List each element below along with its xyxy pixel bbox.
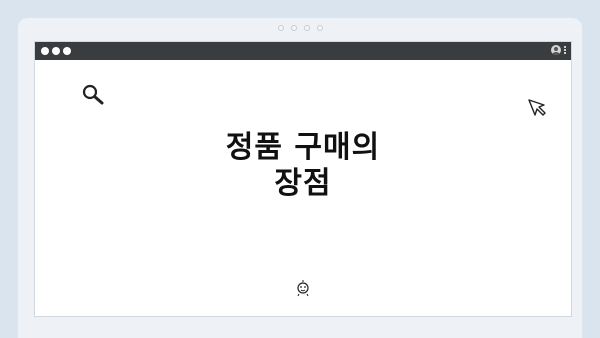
top-dot	[277, 25, 284, 31]
window-controls	[41, 47, 71, 55]
avatar-icon[interactable]	[551, 45, 561, 55]
title-line-2: 장점	[274, 166, 332, 201]
title-line-1: 정품 구매의	[225, 130, 381, 165]
smiley-icon	[295, 279, 311, 301]
window-maximize-button[interactable]	[63, 47, 71, 55]
window-close-button[interactable]	[41, 47, 49, 55]
page-title: 정품 구매의 장점	[35, 130, 571, 202]
window-minimize-button[interactable]	[52, 47, 60, 55]
app-window: 정품 구매의 장점	[34, 41, 572, 317]
titlebar-actions	[551, 45, 566, 55]
title-bar	[35, 42, 571, 60]
cursor-arrow-icon	[527, 98, 547, 122]
top-dot	[303, 25, 310, 31]
kebab-menu-icon[interactable]	[564, 46, 566, 54]
top-dots	[18, 25, 582, 31]
top-dot	[316, 25, 323, 31]
top-dot	[290, 25, 297, 31]
search-icon[interactable]	[81, 84, 107, 110]
